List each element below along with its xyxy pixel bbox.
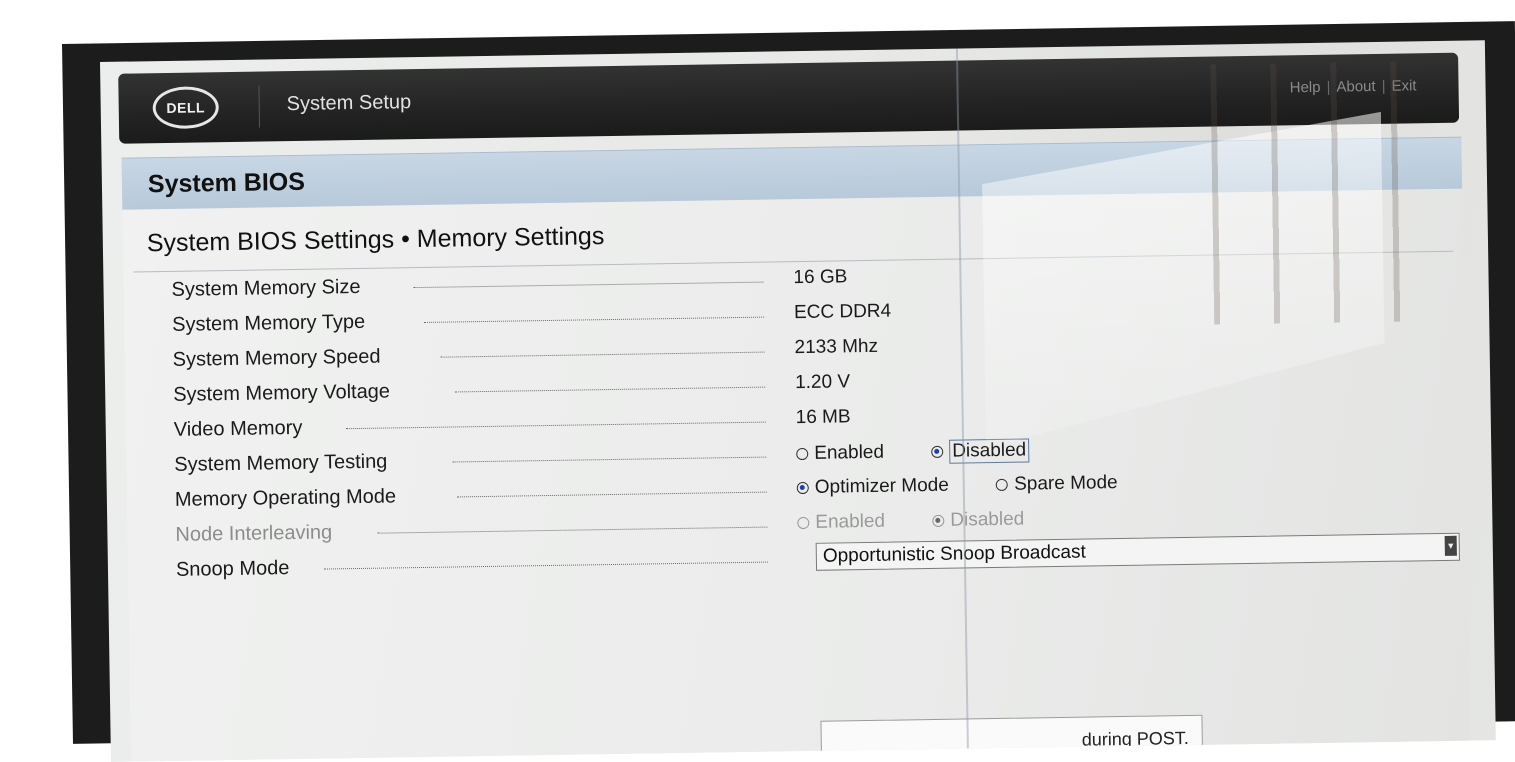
radio-disabled[interactable]: Disabled: [931, 438, 1030, 464]
setting-label: System Memory Size: [171, 275, 361, 301]
help-link[interactable]: Help: [1290, 79, 1321, 96]
dropdown-arrow-icon[interactable]: ▼: [1444, 535, 1457, 556]
setting-label: Node Interleaving: [175, 521, 333, 546]
memory-testing-radio-group: Enabled Disabled: [796, 438, 1071, 466]
dotted-leader: [456, 491, 767, 498]
dotted-leader: [455, 386, 766, 393]
exit-link[interactable]: Exit: [1391, 77, 1416, 94]
radio-spare-mode[interactable]: Spare Mode: [996, 472, 1118, 496]
radio-label: Disabled: [950, 508, 1025, 531]
setting-value: 2133 Mhz: [794, 335, 879, 359]
setting-label: System Memory Speed: [172, 345, 381, 371]
header-bar: DELL System Setup Help | About | Exit: [118, 52, 1460, 144]
link-separator: |: [1381, 77, 1386, 95]
dotted-leader: [345, 421, 766, 430]
radio-label: Optimizer Mode: [814, 474, 950, 498]
header-links: Help | About | Exit: [1290, 77, 1417, 96]
dotted-leader: [413, 281, 764, 289]
setting-label: System Memory Testing: [174, 450, 388, 476]
setting-label: Snoop Mode: [175, 557, 290, 581]
radio-selected-icon: [796, 481, 809, 495]
radio-enabled: Enabled: [797, 511, 885, 534]
app-title: System Setup: [286, 91, 412, 116]
radio-label: Enabled: [814, 441, 885, 464]
setting-label: Memory Operating Mode: [174, 485, 397, 511]
radio-selected-icon: [931, 445, 944, 458]
radio-unselected-icon: [797, 516, 810, 530]
settings-list: System Memory Size 16 GB System Memory T…: [123, 251, 1468, 587]
link-separator: |: [1326, 78, 1331, 96]
snoop-mode-dropdown[interactable]: Opportunistic Snoop Broadcast ▼: [815, 532, 1461, 571]
help-text: during POST.: [1081, 727, 1189, 750]
setting-value: ECC DDR4: [793, 300, 892, 324]
radio-unselected-icon: [996, 478, 1009, 491]
dotted-leader: [323, 561, 768, 570]
dotted-leader: [452, 456, 767, 463]
radio-disabled: Disabled: [932, 509, 1024, 532]
radio-optimizer-mode[interactable]: Optimizer Mode: [796, 474, 950, 499]
dotted-leader: [424, 316, 765, 323]
page-subtitle: System BIOS Settings • Memory Settings: [146, 222, 605, 258]
settings-content: System BIOS Settings • Memory Settings S…: [122, 188, 1471, 762]
node-interleaving-radio-group: Enabled Disabled: [797, 508, 1066, 535]
radio-enabled[interactable]: Enabled: [796, 442, 884, 465]
setting-value: 16 MB: [795, 406, 851, 429]
setting-label: System Memory Type: [171, 310, 366, 336]
help-text-box: during POST.: [820, 714, 1204, 762]
bios-screen: DELL System Setup Help | About | Exit System…: [100, 40, 1496, 762]
radio-unselected-icon: [796, 447, 809, 461]
radio-selected-icon: [932, 514, 945, 527]
panel-title: System BIOS: [147, 167, 306, 199]
about-link[interactable]: About: [1336, 78, 1375, 96]
radio-label: Enabled: [815, 510, 886, 533]
dell-logo: DELL: [152, 86, 220, 130]
setting-label: Video Memory: [173, 416, 303, 441]
setting-label: System Memory Voltage: [173, 380, 391, 406]
header-divider: [258, 85, 261, 128]
dotted-leader: [377, 526, 768, 534]
radio-label: Spare Mode: [1013, 472, 1118, 495]
setting-value: 1.20 V: [794, 371, 851, 394]
dotted-leader: [440, 351, 765, 358]
operating-mode-radio-group: Optimizer Mode Spare Mode: [796, 471, 1160, 500]
dropdown-value: Opportunistic Snoop Broadcast: [822, 541, 1086, 567]
setting-value: 16 GB: [793, 266, 848, 289]
